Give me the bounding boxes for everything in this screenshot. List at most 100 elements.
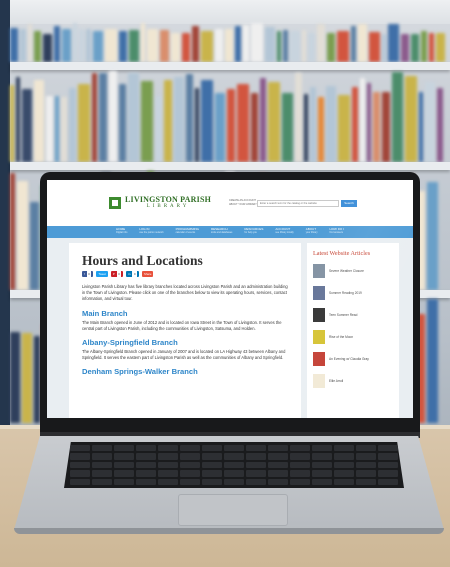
book-spine	[351, 26, 356, 62]
article-thumbnail	[313, 373, 325, 388]
keyboard-key	[70, 453, 90, 460]
keyboard-key	[180, 470, 200, 477]
book-spine	[186, 74, 193, 162]
keyboard-key	[180, 445, 200, 452]
keyboard-key	[114, 445, 134, 452]
book-spine	[10, 173, 15, 290]
branch-heading-main[interactable]: Main Branch	[82, 309, 289, 318]
nav-item[interactable]: HOME Digital info	[116, 227, 128, 238]
book-spine	[237, 84, 249, 162]
article-item[interactable]: Severe Weather Closure	[313, 262, 393, 279]
nav-item-subtitle: Digital info	[116, 231, 128, 235]
keyboard-key	[334, 445, 354, 452]
share-button[interactable]: P0	[110, 271, 124, 277]
article-title: Ellie Arroll	[329, 378, 344, 383]
book-spine	[373, 92, 380, 162]
nav-item[interactable]: HOW DO Ifind answers	[329, 227, 344, 238]
book-spine	[277, 31, 281, 62]
book-spine	[382, 92, 390, 162]
book-spine	[260, 78, 266, 162]
keyboard-key	[378, 445, 398, 452]
branch-heading-albany[interactable]: Albany-Springfield Branch	[82, 338, 289, 347]
book-spine	[30, 202, 39, 290]
share-button[interactable]: Tweet	[96, 271, 108, 277]
book-spine	[308, 33, 315, 62]
book-spine	[73, 23, 77, 62]
search-button[interactable]: Search	[341, 200, 357, 207]
keyboard-key	[114, 478, 134, 485]
branch-description-albany: The Albany-Springfield Branch opened in …	[82, 349, 286, 361]
book-spine	[436, 33, 445, 62]
article-title: Teen Summer Read	[329, 312, 358, 317]
book-spine	[411, 34, 419, 62]
book-spine	[201, 80, 213, 162]
share-button-label: f	[84, 272, 85, 276]
keyboard-key	[246, 445, 266, 452]
keyboard-key	[224, 470, 244, 477]
nav-item-label: RESOURCES	[244, 227, 264, 231]
nav-item[interactable]: LOG IN use the patron network	[139, 227, 164, 238]
book-spine	[337, 31, 349, 62]
book-spine	[425, 82, 435, 162]
book-spine	[302, 30, 306, 62]
search-input[interactable]	[257, 200, 339, 207]
keyboard-key	[70, 470, 90, 477]
book-spine	[62, 29, 71, 62]
library-logo[interactable]: LIVINGSTON PARISH LIBRARY	[109, 196, 211, 209]
keyboard-key	[246, 470, 266, 477]
laptop-screen: LIVINGSTON PARISH LIBRARY CREATE AN ACCO…	[47, 180, 413, 418]
nav-item-subtitle: find answers	[329, 231, 343, 235]
nav-item[interactable]: ABOUT your library	[305, 227, 318, 238]
nav-item[interactable]: PROGRAMMING calendar of events	[176, 227, 199, 238]
keyboard-key	[378, 453, 398, 460]
keyboard-key	[356, 453, 376, 460]
keyboard-key	[334, 478, 354, 485]
article-list: Severe Weather Closure Summer Reading 201…	[313, 262, 393, 389]
branch-heading-denham[interactable]: Denham Springs-Walker Branch	[82, 367, 289, 376]
nav-item-label: HOME	[116, 227, 126, 231]
article-title: Rise of the Moon	[329, 334, 354, 339]
keyboard-key	[136, 478, 156, 485]
book-spine	[141, 23, 145, 62]
nav-item[interactable]: RESEARCH tools and databases	[211, 227, 232, 238]
article-item[interactable]: An Evening w/ Claudia Gray	[313, 350, 393, 367]
book-spine	[22, 89, 32, 162]
article-item[interactable]: Teen Summer Read	[313, 306, 393, 323]
keyboard-key	[92, 478, 112, 485]
nav-item[interactable]: RESOURCES for help you	[244, 227, 264, 238]
book-spine	[69, 88, 76, 162]
create-account-link[interactable]: CREATE AN ACCOUNT	[229, 199, 257, 203]
nav-item[interactable]: ACCOUNT see library locally	[275, 227, 294, 238]
book-spine	[128, 73, 139, 162]
keyboard-key	[356, 470, 376, 477]
nav-item-subtitle: use the patron network	[139, 231, 164, 235]
keyboard-key	[246, 461, 266, 469]
share-button[interactable]: Share	[142, 271, 154, 277]
keyboard-key	[202, 470, 222, 477]
keyboard-key	[334, 461, 354, 469]
share-button[interactable]: f0	[82, 271, 94, 277]
book-spine	[17, 181, 28, 290]
about-library-link[interactable]: ABOUT YOUR LIBRARY	[229, 203, 257, 207]
article-item[interactable]: Summer Reading 2019	[313, 284, 393, 301]
book-spine	[105, 29, 117, 62]
keyboard-key	[158, 453, 178, 460]
article-item[interactable]: Ellie Arroll	[313, 372, 393, 389]
share-button[interactable]: in 0	[126, 271, 139, 277]
nav-item-subtitle: see library locally	[275, 231, 294, 235]
book-spine	[401, 34, 409, 62]
book-spine	[43, 34, 52, 62]
keyboard-key	[202, 453, 222, 460]
book-spine	[268, 82, 280, 162]
keyboard-key	[114, 453, 134, 460]
article-item[interactable]: Rise of the Moon	[313, 328, 393, 345]
keyboard-key	[224, 453, 244, 460]
keyboard-key	[158, 461, 178, 469]
article-title: Severe Weather Closure	[329, 268, 364, 273]
keyboard-key	[180, 461, 200, 469]
book-spine	[421, 31, 427, 62]
book-spine	[265, 27, 275, 62]
book-spine	[141, 81, 153, 162]
share-button-label: P	[112, 272, 115, 276]
nav-item-label: ABOUT	[305, 227, 317, 231]
